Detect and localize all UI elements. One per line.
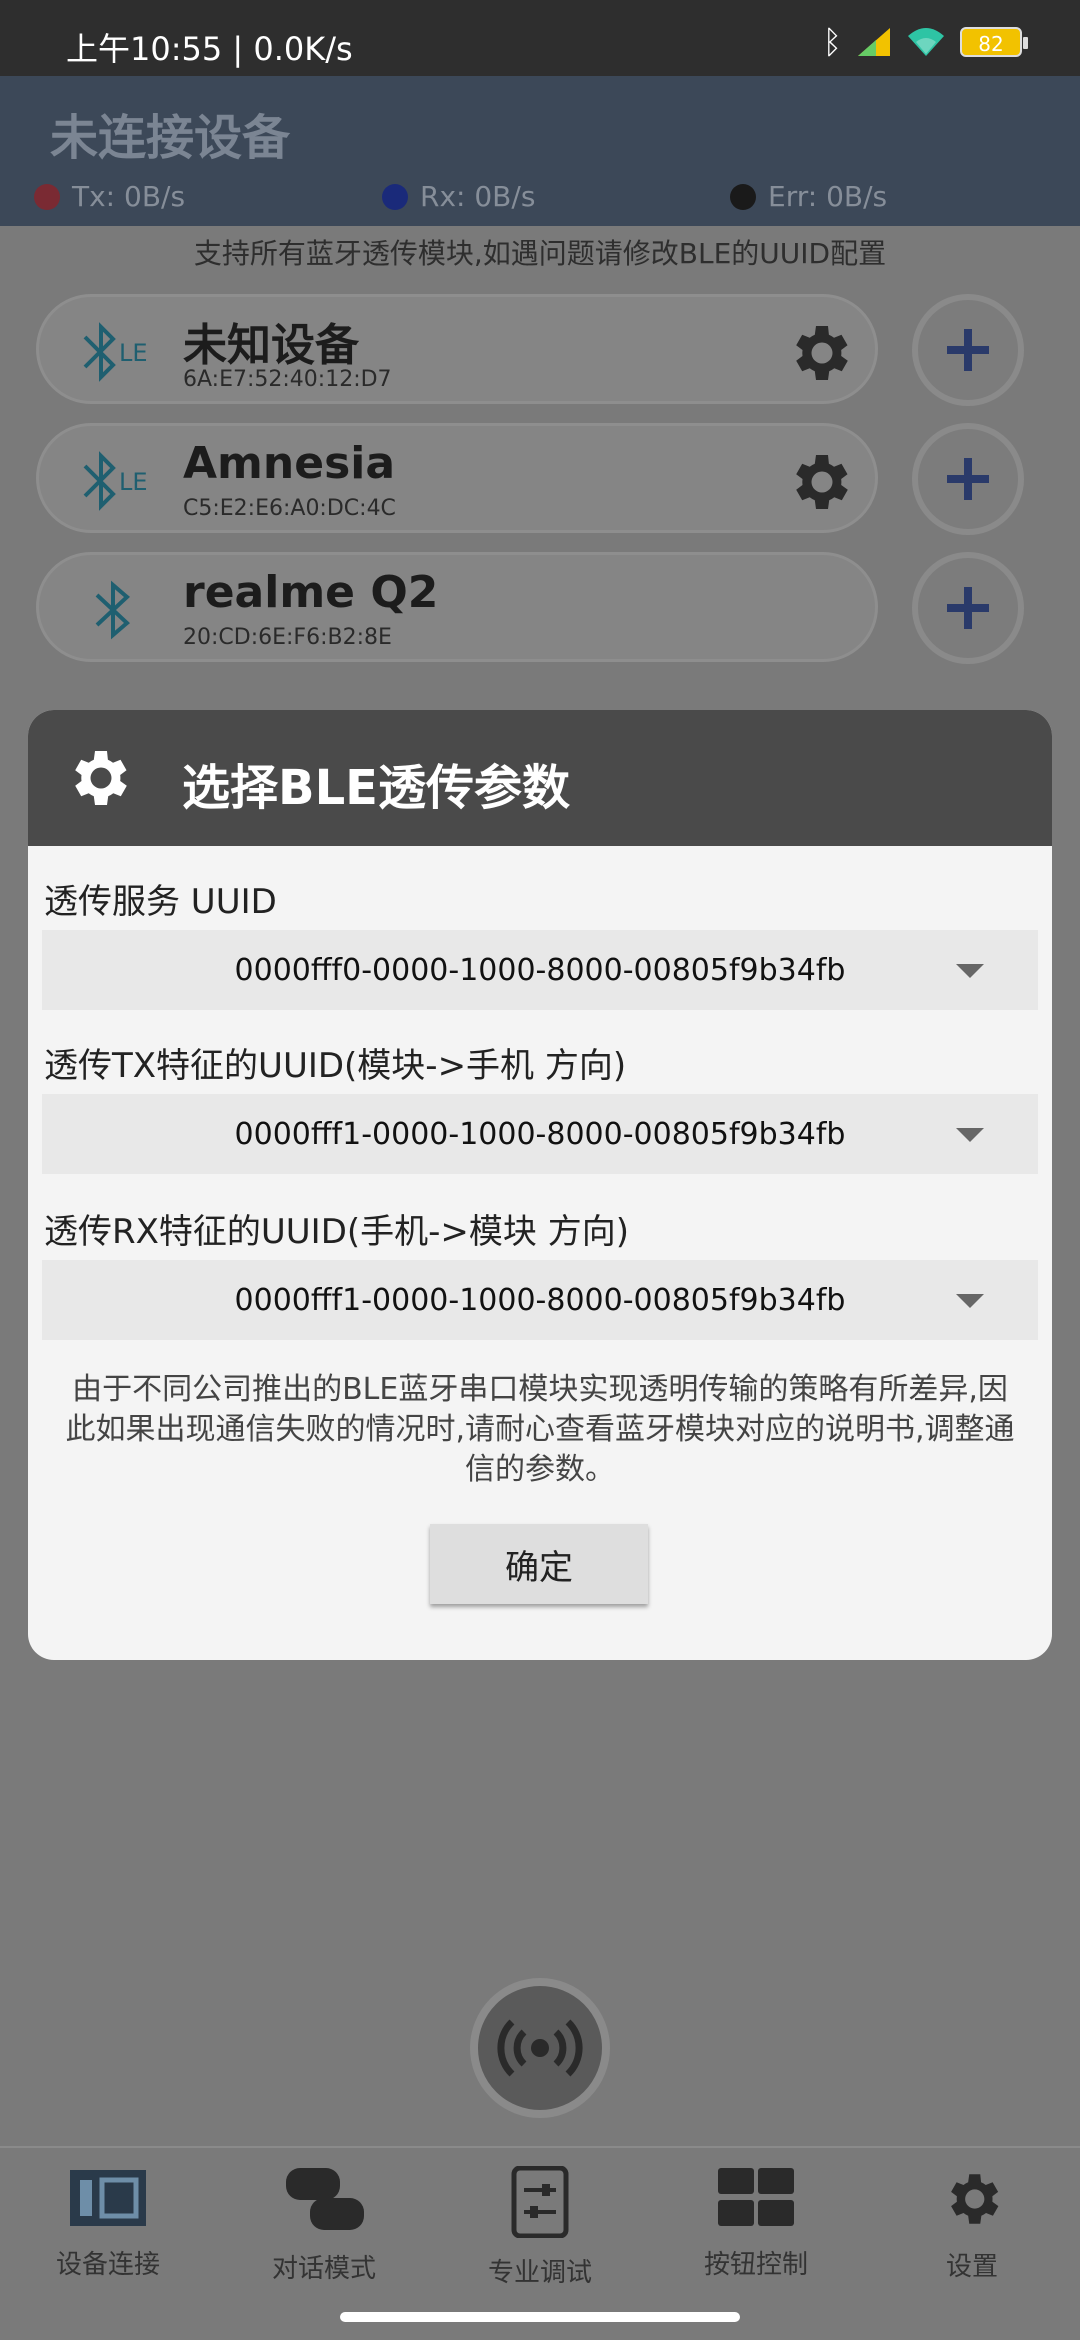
service-uuid-select[interactable]: 0000fff0-0000-1000-8000-00805f9b34fb (42, 930, 1038, 1010)
uuid-hint: 支持所有蓝牙透传模块,如遇问题请修改BLE的UUID配置 (193, 237, 887, 270)
gear-icon (951, 2174, 999, 2224)
nav-pro-debug[interactable]: 专业调试 (450, 2166, 630, 2289)
device-mac: C5:E2:E6:A0:DC:4C (183, 496, 396, 521)
nav-label: 对话模式 (271, 2254, 376, 2284)
broadcast-button[interactable] (470, 1978, 610, 2118)
rx-stat: Rx: 0B/s (382, 180, 535, 213)
status-time: 上午10:55 | 0.0K/s (66, 30, 353, 68)
nav-label: 设置 (945, 2252, 998, 2282)
svg-text:LE: LE (119, 468, 148, 496)
device-row[interactable]: realme Q2 20:CD:6E:F6:B2:8E (36, 552, 878, 662)
dialog-header: 选择BLE透传参数 (28, 710, 1052, 846)
rx-uuid-label: 透传RX特征的UUID(手机->模块 方向) (44, 1212, 629, 1252)
add-device-button[interactable] (912, 294, 1024, 406)
tx-uuid-label: 透传TX特征的UUID(模块->手机 方向) (44, 1046, 627, 1086)
status-icons: ᛒ 82 (822, 23, 1028, 61)
tx-uuid-select[interactable]: 0000fff1-0000-1000-8000-00805f9b34fb (42, 1094, 1038, 1174)
broadcast-icon (497, 2019, 583, 2077)
add-device-button[interactable] (912, 423, 1024, 535)
plus-icon (947, 329, 989, 371)
bluetooth-status-icon: ᛒ (822, 23, 842, 61)
dropdown-arrow-icon (956, 964, 984, 978)
ble-params-dialog: 选择BLE透传参数 透传服务 UUID 0000fff0-0000-1000-8… (28, 710, 1052, 1660)
rx-dot-icon (382, 183, 408, 210)
nav-label: 设备连接 (55, 2250, 160, 2280)
svg-text:LE: LE (119, 339, 148, 367)
device-row[interactable]: LE 未知设备 6A:E7:52:40:12:D7 (36, 294, 878, 404)
nav-label: 按钮控制 (703, 2250, 808, 2280)
device-row[interactable]: LE Amnesia C5:E2:E6:A0:DC:4C (36, 423, 878, 533)
debug-icon (511, 2166, 569, 2238)
tx-stat: Tx: 0B/s (34, 180, 185, 213)
device-name: realme Q2 (183, 567, 439, 618)
tx-label: Tx: 0B/s (72, 180, 186, 213)
tx-uuid-value: 0000fff1-0000-1000-8000-00805f9b34fb (234, 1116, 846, 1152)
dropdown-arrow-icon (956, 1294, 984, 1308)
signal-icon (858, 28, 890, 56)
dialog-title: 选择BLE透传参数 (182, 760, 570, 816)
chat-icon (286, 2168, 364, 2230)
rx-label: Rx: 0B/s (420, 180, 536, 213)
dropdown-arrow-icon (956, 1128, 984, 1142)
nav-label: 专业调试 (487, 2258, 592, 2288)
plus-icon (947, 458, 989, 500)
confirm-button[interactable]: 确定 (430, 1524, 648, 1604)
gear-icon[interactable] (783, 446, 855, 518)
device-name: 未知设备 (183, 320, 359, 371)
connection-title: 未连接设备 (50, 110, 291, 166)
device-connect-icon (70, 2170, 146, 2226)
dialog-note: 由于不同公司推出的BLE蓝牙串口模块实现透明传输的策略有所差异,因此如果出现通信… (65, 1372, 1015, 1487)
tx-dot-icon (34, 183, 60, 210)
service-uuid-value: 0000fff0-0000-1000-8000-00805f9b34fb (234, 952, 846, 988)
nav-settings[interactable]: 设置 (882, 2166, 1062, 2283)
rx-uuid-value: 0000fff1-0000-1000-8000-00805f9b34fb (234, 1282, 846, 1318)
device-mac: 20:CD:6E:F6:B2:8E (183, 625, 392, 650)
nav-chat-mode[interactable]: 对话模式 (234, 2166, 414, 2285)
wifi-icon (908, 28, 944, 56)
rx-uuid-select[interactable]: 0000fff1-0000-1000-8000-00805f9b34fb (42, 1260, 1038, 1340)
battery-icon: 82 (960, 27, 1028, 57)
device-mac: 6A:E7:52:40:12:D7 (183, 367, 392, 392)
err-stat: Err: 0B/s (730, 180, 887, 213)
battery-level: 82 (978, 32, 1004, 56)
bottom-nav: 设备连接 对话模式 专业调试 按钮控制 设置 (0, 2146, 1080, 2340)
add-device-button[interactable] (912, 552, 1024, 664)
bluetooth-le-icon: LE (83, 451, 148, 511)
status-bar: 上午10:55 | 0.0K/s ᛒ 82 (0, 0, 1080, 76)
gear-icon[interactable] (783, 317, 855, 389)
home-indicator[interactable] (340, 2312, 740, 2322)
bluetooth-icon (95, 580, 130, 640)
button-grid-icon (718, 2168, 794, 2226)
device-name: Amnesia (183, 438, 396, 489)
bluetooth-le-icon: LE (83, 322, 148, 382)
err-label: Err: 0B/s (768, 180, 888, 213)
nav-button-control[interactable]: 按钮控制 (666, 2166, 846, 2281)
err-dot-icon (730, 183, 756, 210)
service-uuid-label: 透传服务 UUID (44, 882, 277, 922)
nav-device-connect[interactable]: 设备连接 (18, 2166, 198, 2281)
plus-icon (947, 587, 989, 629)
gear-icon (75, 751, 127, 805)
